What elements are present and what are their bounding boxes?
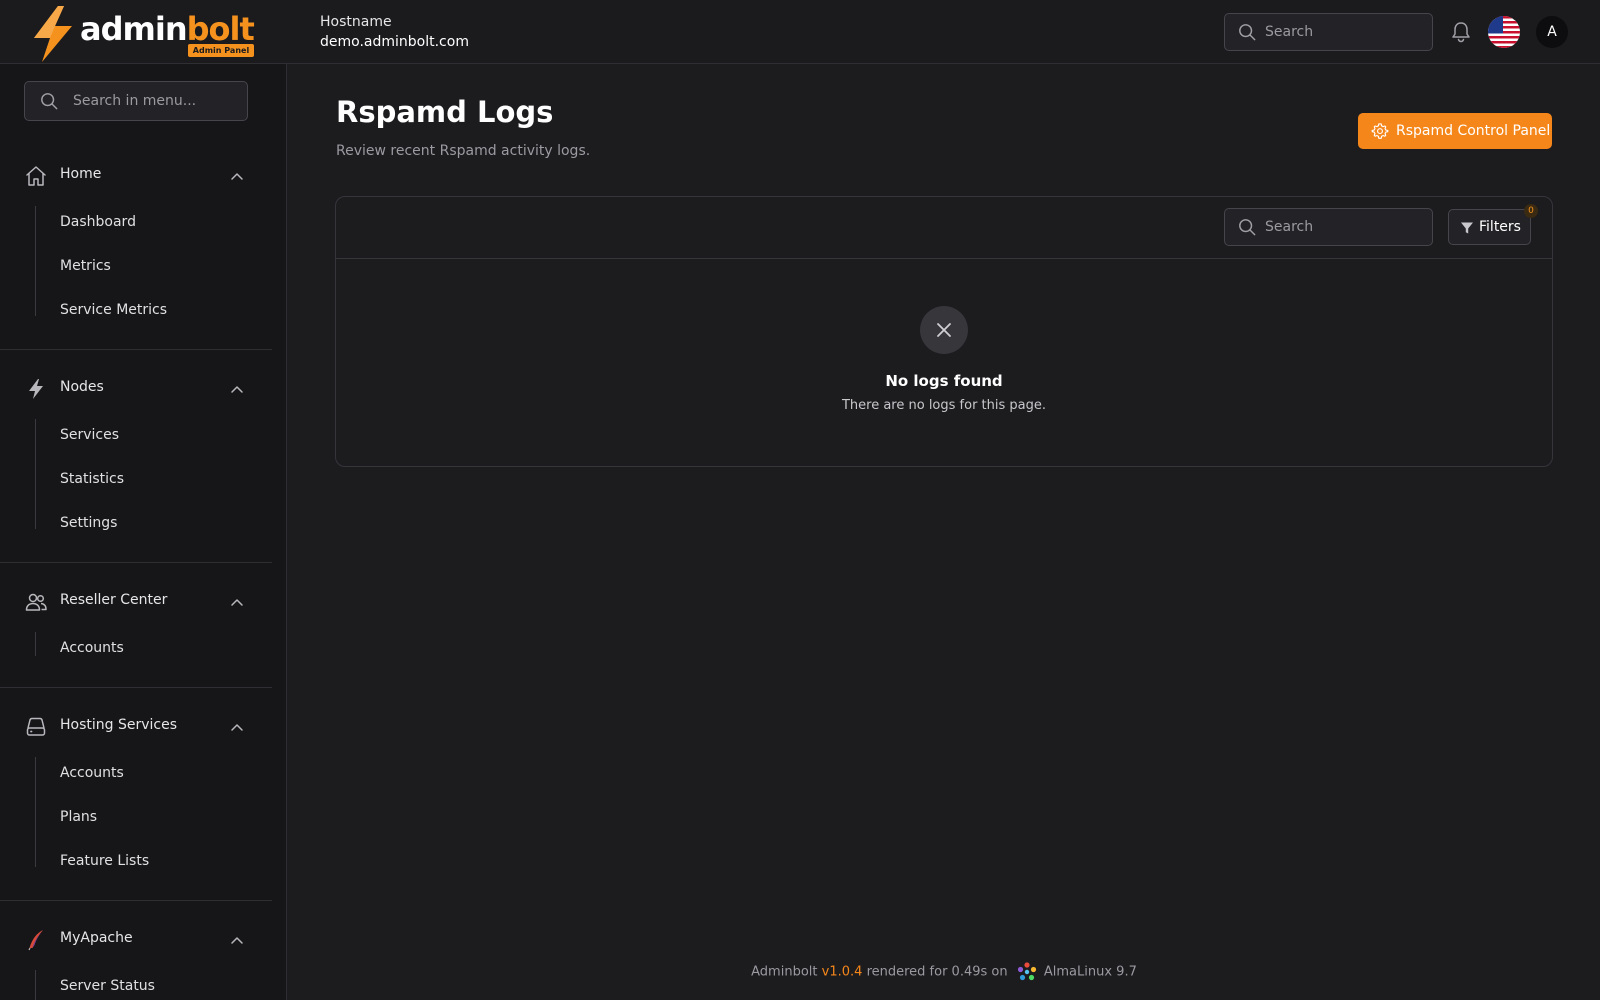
sidebar-section-title: Home [60,166,102,182]
server-icon [26,717,46,736]
empty-state-title: No logs found [885,372,1003,390]
chevron-up-icon [231,724,243,731]
sidebar-item-services[interactable]: Services [60,425,119,445]
sidebar-divider [0,687,272,688]
sidebar-section-title: Nodes [60,379,104,395]
empty-state-icon-circle [920,306,968,354]
logs-search-placeholder: Search [1265,219,1314,235]
bolt-logo-icon [34,6,72,62]
footer-app-name: Adminbolt [751,964,818,980]
sidebar-item-plans[interactable]: Plans [60,807,97,827]
bolt-icon [29,379,43,399]
empty-state-description: There are no logs for this page. [841,398,1047,413]
submenu-line [35,757,36,867]
footer-os: AlmaLinux 9.7 [1043,964,1137,980]
logo-word-admin: admin [80,10,188,48]
sidebar-section-nodes-toggle[interactable]: Nodes [0,369,272,409]
logs-search-input[interactable]: Search [1224,208,1433,246]
logs-table-card: Search Filters 0 No logs found There are… [335,196,1553,467]
search-icon [1239,24,1256,41]
filter-icon [1461,222,1473,234]
sidebar-item-statistics[interactable]: Statistics [60,469,124,489]
almalinux-logo-icon [1017,962,1036,981]
submenu-line [35,206,36,316]
us-flag-icon[interactable] [1488,16,1520,48]
rspamd-control-panel-label: Rspamd Control Panel [1396,123,1551,139]
menu-search-input[interactable]: Search in menu... [24,81,248,121]
submenu-line [35,632,36,656]
submenu-line [35,970,36,1000]
chevron-up-icon [231,386,243,393]
sidebar-item-server-status[interactable]: Server Status [60,976,155,996]
sidebar: Search in menu... Home Dashboard Metrics… [0,64,287,1000]
submenu-line [35,419,36,529]
logo-badge: Admin Panel [188,44,254,57]
sidebar-section-reseller-toggle[interactable]: Reseller Center [0,582,272,622]
hostname-value: demo.adminbolt.com [320,34,469,50]
global-search-placeholder: Search [1265,24,1314,40]
sidebar-divider [0,562,272,563]
sidebar-section-title: MyApache [60,930,133,946]
menu-search-placeholder: Search in menu... [73,93,197,109]
sidebar-section-title: Reseller Center [60,592,168,608]
gear-icon [1371,123,1389,139]
home-icon [26,166,46,186]
sidebar-divider [0,349,272,350]
sidebar-item-service-metrics[interactable]: Service Metrics [60,300,167,320]
search-icon [41,93,58,110]
sidebar-section-hosting-toggle[interactable]: Hosting Services [0,707,272,747]
adminbolt-logo[interactable]: adminbolt Admin Panel [30,6,260,62]
filters-button[interactable]: Filters [1448,209,1531,245]
apache-feather-icon [28,930,43,951]
sidebar-item-feature-lists[interactable]: Feature Lists [60,851,149,871]
chevron-up-icon [231,173,243,180]
sidebar-section-title: Hosting Services [60,717,178,733]
close-icon [937,323,951,337]
sidebar-item-metrics[interactable]: Metrics [60,256,111,276]
bell-icon[interactable] [1450,20,1472,44]
sidebar-item-reseller-accounts[interactable]: Accounts [60,638,124,658]
page-title: Rspamd Logs [336,95,554,129]
filters-count-badge: 0 [1524,204,1538,218]
hostname-label: Hostname [320,14,392,30]
search-icon [1239,219,1256,236]
sidebar-section-myapache-toggle[interactable]: MyApache [0,920,272,960]
logo-word-bolt: bolt [186,10,255,48]
rspamd-control-panel-button[interactable]: Rspamd Control Panel [1358,113,1552,149]
footer-version: v1.0.4 [821,964,863,980]
hostname-block: Hostname demo.adminbolt.com [320,12,469,52]
footer: Adminbolt v1.0.4 rendered for 0.49s on A… [288,961,1600,983]
filters-label: Filters [1479,219,1521,235]
global-search-input[interactable]: Search [1224,13,1433,51]
sidebar-item-dashboard[interactable]: Dashboard [60,212,136,232]
footer-render-time: rendered for 0.49s on [866,964,1008,980]
top-bar: adminbolt Admin Panel Hostname demo.admi… [0,0,1600,64]
users-icon [25,593,47,611]
logo-wordmark: adminbolt [80,9,255,49]
page-subtitle: Review recent Rspamd activity logs. [336,143,591,159]
user-avatar[interactable]: A [1536,16,1568,48]
sidebar-section-home-toggle[interactable]: Home [0,156,272,196]
card-divider [336,258,1552,259]
chevron-up-icon [231,599,243,606]
chevron-up-icon [231,937,243,944]
sidebar-divider [0,900,272,901]
sidebar-item-settings[interactable]: Settings [60,513,117,533]
sidebar-item-hosting-accounts[interactable]: Accounts [60,763,124,783]
